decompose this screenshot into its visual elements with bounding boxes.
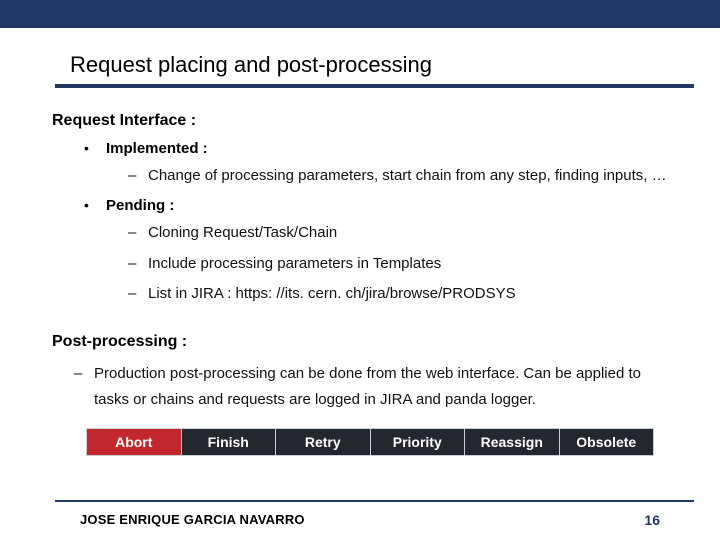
list-item: Change of processing parameters, start c… bbox=[128, 164, 668, 189]
list-item: Production post-processing can be done f… bbox=[74, 361, 668, 412]
list-item: List in JIRA : https: //its. cern. ch/ji… bbox=[128, 282, 668, 307]
request-interface-list: Implemented : Change of processing param… bbox=[52, 140, 668, 307]
section-heading-request-interface: Request Interface : bbox=[52, 112, 668, 130]
implemented-label: Implemented : bbox=[106, 140, 208, 157]
footer-divider bbox=[55, 500, 694, 502]
action-button-bar: Abort Finish Retry Priority Reassign Obs… bbox=[86, 428, 654, 456]
pending-label: Pending : bbox=[106, 197, 174, 214]
section-heading-post-processing: Post-processing : bbox=[52, 333, 668, 351]
footer-author: JOSE ENRIQUE GARCIA NAVARRO bbox=[80, 512, 305, 528]
list-item: Cloning Request/Task/Chain bbox=[128, 221, 668, 246]
reassign-button[interactable]: Reassign bbox=[465, 429, 560, 455]
footer: JOSE ENRIQUE GARCIA NAVARRO 16 bbox=[0, 500, 720, 528]
footer-page-number: 16 bbox=[644, 512, 660, 528]
slide: Request placing and post-processing Requ… bbox=[0, 0, 720, 540]
priority-button[interactable]: Priority bbox=[371, 429, 466, 455]
top-bar bbox=[0, 0, 720, 28]
content-area: Request Interface : Implemented : Change… bbox=[0, 88, 720, 456]
pending-item: Pending : Cloning Request/Task/Chain Inc… bbox=[84, 197, 668, 307]
finish-button[interactable]: Finish bbox=[182, 429, 277, 455]
pending-sublist: Cloning Request/Task/Chain Include proce… bbox=[106, 221, 668, 307]
footer-row: JOSE ENRIQUE GARCIA NAVARRO 16 bbox=[0, 512, 720, 528]
list-item: Include processing parameters in Templat… bbox=[128, 252, 668, 277]
implemented-item: Implemented : Change of processing param… bbox=[84, 140, 668, 189]
slide-title: Request placing and post-processing bbox=[0, 28, 720, 84]
obsolete-button[interactable]: Obsolete bbox=[560, 429, 654, 455]
post-processing-list: Production post-processing can be done f… bbox=[52, 361, 668, 412]
abort-button[interactable]: Abort bbox=[87, 429, 182, 455]
retry-button[interactable]: Retry bbox=[276, 429, 371, 455]
implemented-sublist: Change of processing parameters, start c… bbox=[106, 164, 668, 189]
